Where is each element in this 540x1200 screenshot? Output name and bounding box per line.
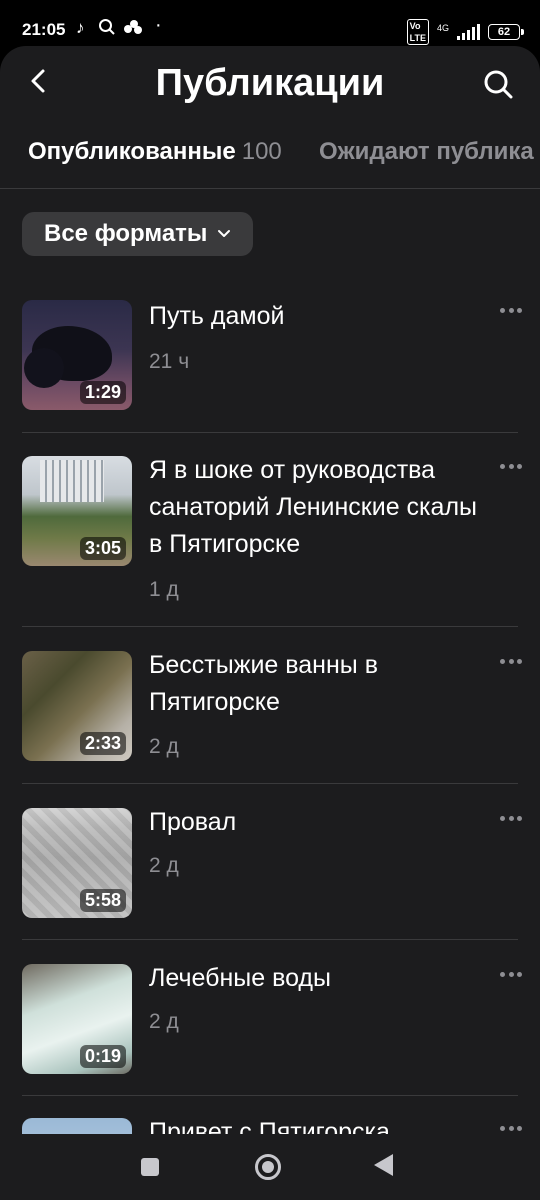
more-options-button[interactable] bbox=[500, 464, 522, 472]
post-item[interactable]: 2:33 Бесстыжие ванны в Пятигорске 2 д bbox=[0, 627, 540, 784]
post-title: Провал bbox=[149, 808, 237, 836]
video-duration: 5:58 bbox=[79, 889, 126, 912]
post-title: Путь дамой bbox=[149, 302, 285, 330]
post-item[interactable]: 5:58 Провал 2 д bbox=[0, 784, 540, 940]
format-filter-label: Все форматы bbox=[44, 220, 208, 247]
post-item[interactable]: 0:19 Лечебные воды 2 д bbox=[0, 940, 540, 1096]
app-notification-icon bbox=[122, 18, 144, 41]
more-options-button[interactable] bbox=[500, 816, 522, 824]
tab-published-label: Опубликованные bbox=[28, 138, 236, 165]
more-options-button[interactable] bbox=[500, 972, 522, 980]
video-duration: 0:19 bbox=[79, 1045, 126, 1068]
volte-icon: Vo LTE bbox=[406, 19, 429, 45]
recent-apps-button[interactable] bbox=[141, 1158, 159, 1176]
system-back-button[interactable] bbox=[374, 1154, 393, 1176]
post-item[interactable]: 1:29 Путь дамой 21 ч bbox=[0, 298, 540, 433]
post-thumbnail[interactable]: 0:19 bbox=[22, 964, 132, 1074]
thumbnail-image bbox=[40, 460, 104, 502]
page-title: Публикации bbox=[155, 62, 385, 104]
post-thumbnail[interactable]: 3:05 bbox=[22, 456, 132, 566]
search-button[interactable] bbox=[482, 68, 514, 100]
post-item[interactable]: 3:05 Я в шоке от руководства санаторий Л… bbox=[0, 432, 540, 627]
post-time: 21 ч bbox=[149, 350, 190, 373]
network-type: 4G bbox=[436, 22, 449, 33]
post-time: 2 д bbox=[149, 854, 179, 877]
status-time: 21:05 bbox=[22, 20, 66, 39]
video-duration: 1:29 bbox=[79, 381, 126, 404]
tab-published[interactable]: Опубликованные 100 bbox=[28, 138, 282, 166]
more-options-button[interactable] bbox=[500, 1126, 522, 1134]
post-time: 2 д bbox=[149, 1010, 179, 1033]
post-thumbnail[interactable]: 1:29 bbox=[22, 300, 132, 410]
video-duration: 3:05 bbox=[79, 537, 126, 560]
publications-screen: Публикации Опубликованные 100 Ожидают пуб… bbox=[0, 46, 540, 1200]
post-title: Я в шоке от руководства санаторий Ленинс… bbox=[149, 456, 478, 558]
header: Публикации bbox=[0, 46, 540, 126]
tab-pending-label: Ожидают публика bbox=[319, 138, 534, 165]
thumbnail-image bbox=[24, 348, 64, 388]
search-icon bbox=[484, 70, 513, 99]
home-button[interactable] bbox=[255, 1154, 281, 1180]
tab-pending[interactable]: Ожидают публика bbox=[319, 138, 534, 166]
post-thumbnail[interactable]: 2:33 bbox=[22, 651, 132, 761]
system-navigation-bar bbox=[0, 1134, 540, 1200]
post-title: Бесстыжие ванны в Пятигорске bbox=[149, 651, 378, 716]
posts-list: 1:29 Путь дамой 21 ч 3:05 Я в шоке от ру… bbox=[0, 298, 540, 1200]
more-options-button[interactable] bbox=[500, 659, 522, 667]
battery-indicator: 62 bbox=[488, 24, 524, 40]
post-title: Лечебные воды bbox=[149, 964, 331, 992]
chevron-down-icon bbox=[218, 230, 231, 237]
tiktok-icon: ♪ bbox=[76, 18, 85, 37]
tabs-bar: Опубликованные 100 Ожидают публика bbox=[0, 136, 540, 189]
tab-published-count: 100 bbox=[241, 138, 282, 165]
format-filter-dropdown[interactable]: Все форматы bbox=[22, 212, 254, 256]
more-notifications-dot-icon: · bbox=[155, 14, 162, 36]
post-time: 2 д bbox=[149, 735, 179, 758]
more-options-button[interactable] bbox=[500, 308, 522, 316]
battery-level: 62 bbox=[497, 26, 511, 38]
search-status-icon bbox=[98, 18, 116, 41]
video-duration: 2:33 bbox=[79, 732, 126, 755]
post-time: 1 д bbox=[149, 578, 179, 601]
signal-strength-icon bbox=[457, 24, 480, 40]
post-thumbnail[interactable]: 5:58 bbox=[22, 808, 132, 918]
